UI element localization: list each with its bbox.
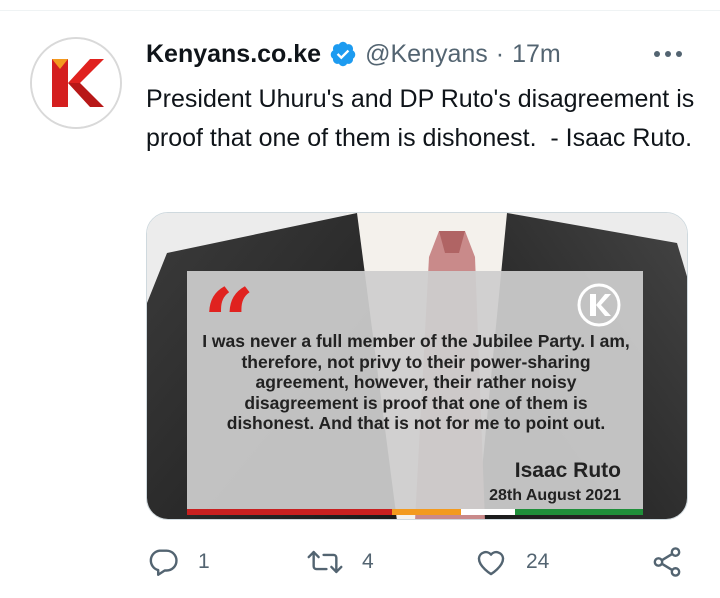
action-bar: 1 4 24 <box>146 540 706 584</box>
more-horizontal-icon[interactable] <box>648 36 688 72</box>
reply-count: 1 <box>198 550 210 573</box>
color-strip <box>187 509 643 515</box>
timestamp[interactable]: 17m <box>512 40 561 69</box>
tweet-text: President Uhuru's and DP Ruto's disagree… <box>146 85 702 152</box>
kenyans-watermark-icon <box>577 283 621 327</box>
kenyans-logo-icon <box>32 39 120 127</box>
display-name[interactable]: Kenyans.co.ke <box>146 40 321 69</box>
heart-icon <box>477 550 505 576</box>
retweet-count: 4 <box>362 550 374 573</box>
tweet: Kenyans.co.ke @Kenyans · 17m President U… <box>0 0 720 598</box>
verified-badge-icon <box>329 40 357 68</box>
divider <box>0 10 720 11</box>
reply-icon <box>149 549 178 576</box>
retweet-button[interactable]: 4 <box>306 540 374 584</box>
avatar[interactable] <box>30 37 122 129</box>
tweet-header: Kenyans.co.ke @Kenyans · 17m <box>146 36 561 72</box>
quote-date: 28th August 2021 <box>489 487 621 504</box>
retweet-icon <box>307 550 343 574</box>
like-count: 24 <box>526 550 550 573</box>
share-icon <box>653 547 681 577</box>
like-button[interactable]: 24 <box>474 540 549 584</box>
quote-text: I was never a full member of the Jubilee… <box>202 331 630 433</box>
separator-dot: · <box>495 39 505 68</box>
share-button[interactable] <box>650 540 684 584</box>
quote-author: Isaac Ruto <box>514 459 621 482</box>
quote-panel: “ I was never a full member of the Jubil… <box>187 271 643 515</box>
reply-button[interactable]: 1 <box>146 540 210 584</box>
media-image[interactable]: “ I was never a full member of the Jubil… <box>146 212 688 520</box>
handle[interactable]: @Kenyans <box>365 40 488 69</box>
